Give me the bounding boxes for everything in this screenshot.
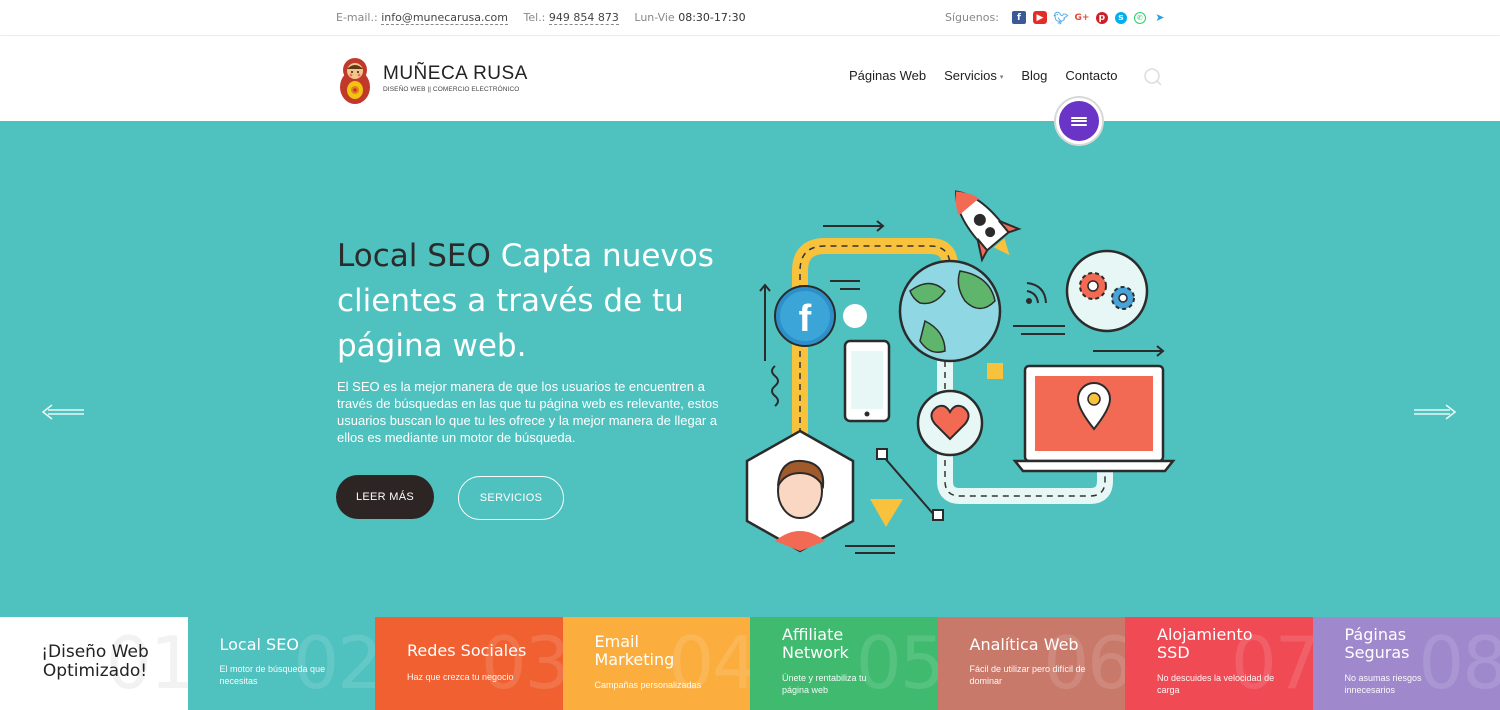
nav-label: Blog [1021,68,1048,83]
phone-label: Tel.: [523,11,546,24]
feature-tile[interactable]: 06 Analítica Web Fácil de utilizar pero … [937,617,1125,710]
twitter-icon[interactable]: 🐦︎ [1053,11,1068,25]
phone-link[interactable]: 949 854 873 [548,11,619,25]
site-header: MUÑECA RUSA DISEÑO WEB || COMERCIO ELECT… [0,37,1500,121]
user-avatar-icon [745,429,855,553]
social-label: Síguenos: [945,11,999,24]
social-links: Síguenos: f ▶ 🐦︎ G+ p s ✆ ➤ [945,11,1167,25]
tile-title: Email Marketing [594,632,675,669]
tile-title: Local SEO [219,635,299,654]
email-label: E-mail.: [336,11,378,24]
services-button[interactable]: SERVICIOS [458,476,564,520]
arrow-right-icon[interactable] [1412,403,1458,421]
square-graphic [987,363,1003,379]
nav-label: Páginas Web [849,68,927,83]
feature-tile[interactable]: 02 Local SEO El motor de búsqueda que ne… [187,617,375,710]
feature-tiles: 01 ¡Diseño Web Optimizado! 02 Local SEO … [0,617,1500,710]
facebook-badge-icon: f [774,285,836,347]
smartphone-icon [843,339,891,423]
tile-subtitle: Únete y rentabiliza tu página web [782,673,867,695]
chevron-down-icon: ▾ [999,73,1004,81]
hero-slider: Local SEO Capta nuevos clientes a través… [0,121,1500,617]
feature-tile[interactable]: 07 Alojamiento SSD No descuides la veloc… [1125,617,1313,710]
hero-description: El SEO es la mejor manera de que los usu… [337,379,719,445]
tile-number: 03 [480,621,563,705]
globe-icon [898,259,1002,363]
tile-subtitle: Haz que crezca tu negocio [407,672,514,682]
contact-info: E-mail.: info@munecarusa.com Tel.: 949 8… [336,11,746,25]
feature-tile[interactable]: 04 Email Marketing Campañas personalizad… [562,617,750,710]
main-nav: Páginas Web Servicios ▾ Blog Contacto [849,68,1117,83]
laptop-location-icon [1012,364,1176,473]
hours-value: 08:30-17:30 [678,11,746,24]
matryoshka-logo-icon[interactable] [338,57,372,105]
tile-title: ¡Diseño Web Optimizado! [41,642,149,681]
feature-tile[interactable]: 05 Affiliate Network Únete y rentabiliza… [750,617,938,710]
feature-tile[interactable]: 08 Páginas Seguras No asumas riesgos inn… [1312,617,1500,710]
heart-icon [916,389,984,457]
tile-title: Alojamiento SSD [1157,625,1253,662]
nav-item-contacto[interactable]: Contacto [1065,68,1117,83]
nav-label: Contacto [1065,68,1118,83]
nav-item-servicios[interactable]: Servicios ▾ [944,68,1003,83]
wifi-icon [1026,282,1047,304]
gears-icon [1065,249,1149,333]
nav-item-paginas-web[interactable]: Páginas Web [849,68,926,83]
menu-toggle-button[interactable] [1056,98,1102,144]
search-icon[interactable] [1143,67,1163,87]
feature-tile[interactable]: 01 ¡Diseño Web Optimizado! [0,617,188,710]
telegram-icon[interactable]: ➤ [1153,11,1167,24]
node-graphic [876,448,888,460]
node-graphic [932,509,944,521]
tile-title: Analítica Web [969,635,1079,654]
nav-label: Servicios [944,68,997,83]
seo-illustration: f [745,190,1176,554]
triangle-graphic [870,499,903,527]
hero-title-highlight: Local SEO [337,238,491,274]
brand-tagline: DISEÑO WEB || COMERCIO ELECTRÓNICO [383,86,520,93]
read-more-button[interactable]: LEER MÁS [336,475,434,519]
google-plus-icon[interactable]: G+ [1074,11,1089,24]
svg-text:f: f [799,298,812,340]
top-bar: E-mail.: info@munecarusa.com Tel.: 949 8… [0,0,1500,36]
tile-subtitle: Campañas personalizadas [594,680,702,690]
whatsapp-icon[interactable]: ✆ [1133,11,1146,24]
brand[interactable]: MUÑECA RUSA DISEÑO WEB || COMERCIO ELECT… [383,63,528,93]
nav-item-blog[interactable]: Blog [1021,68,1047,83]
hero-title: Local SEO Capta nuevos clientes a través… [337,234,757,369]
skype-icon[interactable]: s [1114,11,1127,24]
pinterest-icon[interactable]: p [1095,11,1108,24]
brand-name: MUÑECA RUSA [383,63,528,84]
dot-graphic [843,304,867,328]
tile-title: Redes Sociales [407,641,527,660]
tile-subtitle: El motor de búsqueda que necesitas [219,664,326,686]
youtube-icon[interactable]: ▶ [1032,11,1047,24]
tile-title: Páginas Seguras [1344,625,1410,662]
tile-subtitle: Fácil de utilizar pero difícil de domina… [969,664,1086,686]
tile-title: Affiliate Network [782,625,849,662]
hours-label: Lun-Vie [634,11,675,24]
arrow-left-icon[interactable] [40,403,86,421]
email-link[interactable]: info@munecarusa.com [381,11,509,25]
tile-subtitle: No asumas riesgos innecesarios [1344,673,1422,695]
feature-tile[interactable]: 03 Redes Sociales Haz que crezca tu nego… [375,617,563,710]
hamburger-icon [1071,115,1087,127]
tile-subtitle: No descuides la velocidad de carga [1157,673,1275,695]
facebook-icon[interactable]: f [1011,11,1026,24]
